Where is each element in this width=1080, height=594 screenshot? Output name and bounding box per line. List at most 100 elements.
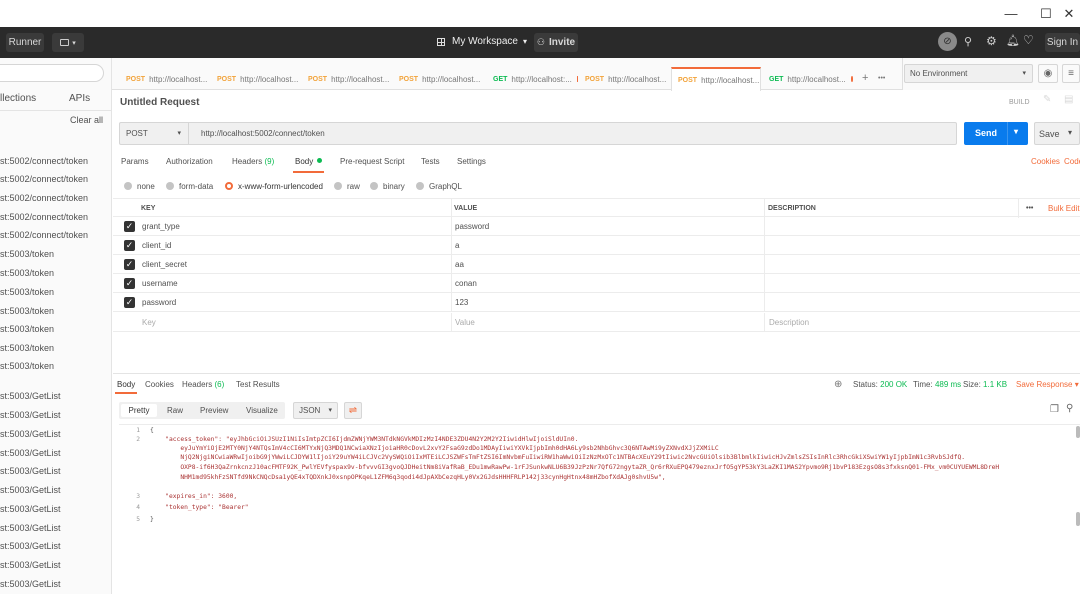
request-tab[interactable]: POST http://localhost... [671,67,761,91]
history-item[interactable]: st:5003/GetList [0,481,111,499]
tab-authorization[interactable]: Authorization [166,157,213,166]
history-item[interactable]: st:5003/token [0,245,111,263]
request-tab[interactable]: GET http://localhost:... [487,68,577,90]
request-tab[interactable]: POST http://localhost... [211,68,301,90]
request-tab[interactable]: POST http://localhost... [579,68,669,90]
history-item[interactable]: st:5003/GetList [0,406,111,424]
history-item[interactable]: st:5003/GetList [0,537,111,555]
history-item[interactable]: st:5002/connect/token [0,208,111,226]
settings-gear-icon[interactable]: ⚙ [986,34,997,48]
response-tab-cookies[interactable]: Cookies [145,380,174,389]
kv-more-button[interactable]: ••• [1026,199,1033,218]
radio-none[interactable]: none [124,181,155,191]
tab-settings[interactable]: Settings [457,157,486,166]
clear-all-button[interactable]: Clear all [70,115,103,125]
history-item[interactable]: st:5002/connect/token [0,170,111,188]
code-link[interactable]: Code [1064,157,1080,166]
row-checkbox[interactable]: ✓ [124,278,135,289]
kv-key[interactable]: client_secret [142,255,187,274]
radio-form-data[interactable]: form-data [166,181,213,191]
view-preview-button[interactable]: Preview [200,406,228,415]
eye-icon[interactable]: ◉ [1038,64,1058,83]
radio-graphql[interactable]: GraphQL [416,181,462,191]
search-icon[interactable]: ⚲ [1066,403,1073,414]
history-item[interactable]: st:5003/GetList [0,556,111,574]
kv-value[interactable]: password [455,217,489,236]
runner-button[interactable]: Runner [6,33,44,52]
tab-tests[interactable]: Tests [421,157,440,166]
row-checkbox[interactable]: ✓ [124,297,135,308]
response-tab-body[interactable]: Body [117,380,135,389]
request-tab[interactable]: POST http://localhost... [302,68,392,90]
request-tab[interactable]: POST http://localhost... [393,68,485,90]
heart-icon[interactable]: ♡ [1023,33,1034,47]
tab-prerequest-script[interactable]: Pre-request Script [340,157,404,166]
settings-sliders-icon[interactable]: ≡ [1062,64,1080,83]
edit-icon[interactable]: ✎ [1043,94,1057,108]
history-item[interactable]: st:5003/token [0,264,111,282]
satellite-icon[interactable]: ⚲ [964,35,972,48]
view-visualize-button[interactable]: Visualize [246,406,278,415]
radio-x-www-form-urlencoded[interactable]: x-www-form-urlencoded [225,181,323,191]
history-item[interactable]: st:5003/GetList [0,462,111,480]
history-item[interactable]: st:5003/GetList [0,425,111,443]
kv-value[interactable]: conan [455,274,477,293]
kv-value[interactable]: a [455,236,459,255]
history-item[interactable]: st:5002/connect/token [0,226,111,244]
history-item[interactable]: st:5003/token [0,339,111,357]
history-item[interactable]: st:5003/GetList [0,519,111,537]
url-input[interactable]: http://localhost:5002/connect/token [201,123,325,144]
kv-key[interactable]: password [142,293,176,312]
request-tab[interactable]: POST http://localhost... [120,68,210,90]
history-item[interactable]: st:5003/GetList [0,387,111,405]
row-checkbox[interactable]: ✓ [124,221,135,232]
tab-apis[interactable]: APIs [69,93,90,104]
history-item[interactable]: st:5003/token [0,283,111,301]
view-raw-button[interactable]: Raw [167,406,183,415]
add-tab-button[interactable]: + [862,72,868,84]
invite-button[interactable]: ⚇ Invite [534,33,578,52]
response-tab-test-results[interactable]: Test Results [236,380,280,389]
sign-in-button[interactable]: Sign In [1045,33,1080,52]
close-icon[interactable]: ✕ [1058,0,1080,27]
history-item[interactable]: st:5003/token [0,320,111,338]
history-item[interactable]: st:5003/GetList [0,444,111,462]
sync-off-icon[interactable]: ⊘ [938,32,957,51]
radio-raw[interactable]: raw [334,181,360,191]
history-item[interactable]: st:5003/GetList [0,575,111,593]
tab-body[interactable]: Body [295,157,323,166]
editor-scrollbar[interactable] [1076,426,1080,438]
import-menu-button[interactable]: ▾ [52,33,84,52]
sidebar-search-input[interactable] [0,64,104,82]
build-mode-label[interactable]: BUILD [1009,99,1030,106]
tab-params[interactable]: Params [121,157,149,166]
radio-binary[interactable]: binary [370,181,405,191]
save-button[interactable]: Save ▾ [1034,122,1080,145]
request-title[interactable]: Untitled Request [120,97,199,108]
bell-icon[interactable]: 🔔︎ [1006,34,1020,47]
request-tab[interactable]: GET http://localhost... [763,68,853,90]
send-button[interactable]: Send ▾ [964,122,1028,145]
new-key-input[interactable]: Key [142,313,156,332]
save-response-button[interactable]: Save Response ▾ [1016,380,1079,389]
method-select[interactable]: POST ▾ [120,123,189,144]
format-select[interactable]: JSON ▾ [293,402,338,419]
comment-icon[interactable]: ▤ [1064,94,1078,108]
row-checkbox[interactable]: ✓ [124,240,135,251]
history-item[interactable]: st:5002/connect/token [0,152,111,170]
new-value-input[interactable]: Value [455,313,475,332]
more-tabs-button[interactable]: ••• [878,75,885,82]
history-item[interactable]: st:5002/connect/token [0,189,111,207]
wrap-lines-icon[interactable]: ⇌ [344,402,362,419]
copy-icon[interactable]: ❐ [1050,404,1059,415]
view-pretty-button[interactable]: Pretty [121,404,157,417]
cookies-link[interactable]: Cookies [1031,157,1060,166]
globe-icon[interactable]: ⊕ [834,379,842,390]
kv-value[interactable]: aa [455,255,464,274]
tab-collections[interactable]: llections [0,93,36,104]
bulk-edit-link[interactable]: Bulk Edit [1048,199,1080,218]
workspace-switcher[interactable]: My Workspace ▾ [437,36,527,47]
kv-key[interactable]: client_id [142,236,171,255]
response-tab-headers[interactable]: Headers (6) [182,380,224,389]
row-checkbox[interactable]: ✓ [124,259,135,270]
